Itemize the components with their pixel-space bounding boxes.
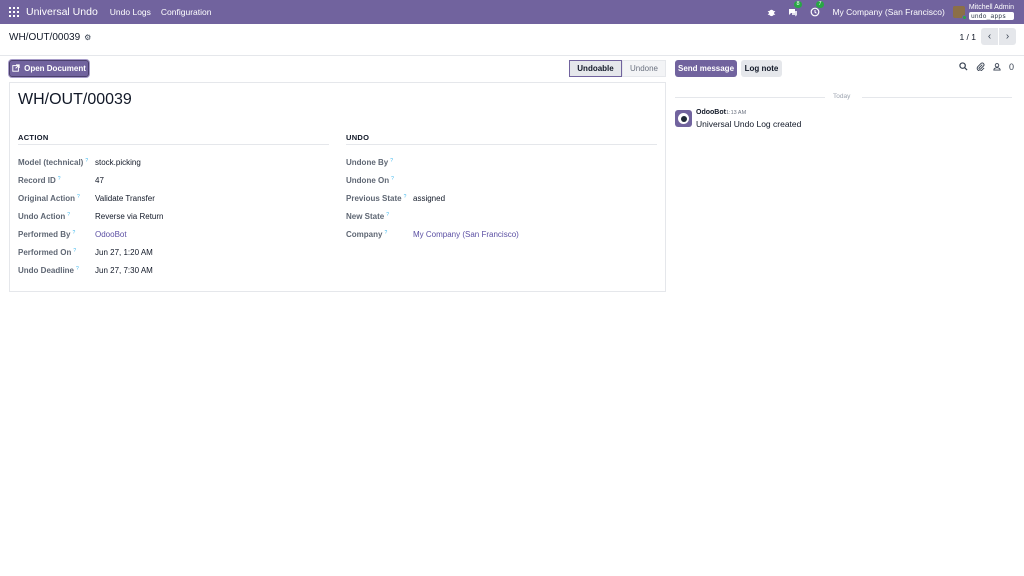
database-name: undo_apps xyxy=(968,12,1014,20)
field-value-undo-deadline: Jun 27, 7:30 AM xyxy=(95,266,153,275)
log-note-button[interactable]: Log note xyxy=(741,60,782,77)
followers-count: 0 xyxy=(1008,62,1014,72)
help-icon[interactable]: ? xyxy=(85,158,88,164)
stage-undoable[interactable]: Undoable xyxy=(569,60,622,77)
field-label-record-id: Record ID? xyxy=(18,176,61,185)
top-navbar: Universal Undo Undo Logs Configuration 8… xyxy=(0,0,1024,24)
gear-icon[interactable]: ⚙ xyxy=(84,33,91,42)
external-link-icon xyxy=(12,63,20,74)
record-breadcrumb: WH/OUT/00039 xyxy=(9,32,81,43)
message-author[interactable]: OdooBot xyxy=(696,109,726,116)
message-body: Universal Undo Log created xyxy=(696,119,802,129)
help-icon[interactable]: ? xyxy=(72,230,75,236)
field-value-undo-action: Reverse via Return xyxy=(95,212,164,221)
group-divider-action xyxy=(18,144,329,145)
help-icon[interactable]: ? xyxy=(73,248,76,254)
separator-line-right xyxy=(862,97,1012,98)
field-label-performed-by: Performed By? xyxy=(18,230,76,239)
messages-count-badge: 8 xyxy=(794,1,802,8)
field-label-previous-state: Previous State? xyxy=(346,194,407,203)
help-icon[interactable]: ? xyxy=(404,194,407,200)
bug-icon[interactable] xyxy=(767,8,776,17)
breadcrumb: WH/OUT/00039 ⚙ xyxy=(9,32,91,43)
field-value-performed-by[interactable]: OdooBot xyxy=(95,230,127,239)
field-label-undo-deadline: Undo Deadline? xyxy=(18,266,79,275)
help-icon[interactable]: ? xyxy=(58,176,61,182)
field-label-company: Company? xyxy=(346,230,388,239)
form-sheet: WH/OUT/00039 ACTION UNDO Model (technica… xyxy=(9,82,666,292)
menu-undo-logs[interactable]: Undo Logs xyxy=(110,7,151,17)
status-bar: Undoable Undone xyxy=(569,60,666,77)
group-title-undo: UNDO xyxy=(346,133,370,142)
field-value-original-action: Validate Transfer xyxy=(95,194,155,203)
open-document-button[interactable]: Open Document xyxy=(9,60,89,77)
odoobot-avatar[interactable] xyxy=(675,110,692,127)
messages-icon[interactable]: 8 xyxy=(788,1,802,17)
pager: 1 / 1 ‹ › xyxy=(959,28,1016,45)
stage-undone[interactable]: Undone xyxy=(622,60,666,77)
open-document-label: Open Document xyxy=(24,64,86,73)
help-icon[interactable]: ? xyxy=(390,158,393,164)
menu-configuration[interactable]: Configuration xyxy=(161,7,212,17)
field-value-model: stock.picking xyxy=(95,158,141,167)
field-label-undone-on: Undone On? xyxy=(346,176,394,185)
help-icon[interactable]: ? xyxy=(67,212,70,218)
help-icon[interactable]: ? xyxy=(77,194,80,200)
online-status-dot xyxy=(961,15,967,20)
activities-icon[interactable]: 7 xyxy=(810,1,824,17)
group-divider-undo xyxy=(346,144,657,145)
separator-line-left xyxy=(675,97,825,98)
paperclip-icon[interactable] xyxy=(976,62,985,73)
help-icon[interactable]: ? xyxy=(76,266,79,272)
help-icon[interactable]: ? xyxy=(384,230,387,236)
followers-icon[interactable]: 0 xyxy=(993,62,1014,73)
help-icon[interactable]: ? xyxy=(391,176,394,182)
chatter-topbar-icons: 0 xyxy=(951,62,1014,73)
chatter-panel xyxy=(674,56,1024,576)
date-separator: Today xyxy=(675,93,1012,101)
field-label-undo-action: Undo Action? xyxy=(18,212,71,221)
user-name: Mitchell Admin xyxy=(968,4,1014,11)
user-menu[interactable]: Mitchell Admin undo_apps xyxy=(968,4,1014,20)
pager-next-button[interactable]: › xyxy=(999,28,1016,45)
help-icon[interactable]: ? xyxy=(386,212,389,218)
field-label-undone-by: Undone By? xyxy=(346,158,394,167)
field-label-model: Model (technical)? xyxy=(18,158,89,167)
chevron-left-icon: ‹ xyxy=(987,31,992,42)
chevron-right-icon: › xyxy=(1005,31,1010,42)
send-message-button[interactable]: Send message xyxy=(675,60,737,77)
apps-menu-icon[interactable] xyxy=(9,7,19,17)
group-title-action: ACTION xyxy=(18,133,49,142)
date-separator-label: Today xyxy=(833,93,851,100)
field-value-performed-on: Jun 27, 1:20 AM xyxy=(95,248,153,257)
pager-previous-button[interactable]: ‹ xyxy=(981,28,998,45)
message-time: 1:13 AM xyxy=(726,110,747,116)
field-value-record-id: 47 xyxy=(95,176,104,185)
company-switcher[interactable]: My Company (San Francisco) xyxy=(832,7,944,17)
stage-undoable-label: Undoable xyxy=(577,64,614,73)
field-label-original-action: Original Action? xyxy=(18,194,80,203)
field-label-new-state: New State? xyxy=(346,212,390,221)
record-title: WH/OUT/00039 xyxy=(18,91,132,108)
field-label-performed-on: Performed On? xyxy=(18,248,77,257)
search-icon[interactable] xyxy=(959,62,968,73)
field-value-company[interactable]: My Company (San Francisco) xyxy=(413,230,519,239)
user-avatar[interactable] xyxy=(952,6,967,20)
app-name[interactable]: Universal Undo xyxy=(26,6,98,18)
field-value-previous-state: assigned xyxy=(413,194,446,203)
stage-undone-label: Undone xyxy=(629,64,659,73)
control-panel: WH/OUT/00039 ⚙ 1 / 1 ‹ › xyxy=(0,24,1024,56)
pager-value[interactable]: 1 / 1 xyxy=(959,32,976,42)
activities-count-badge: 7 xyxy=(816,1,824,8)
